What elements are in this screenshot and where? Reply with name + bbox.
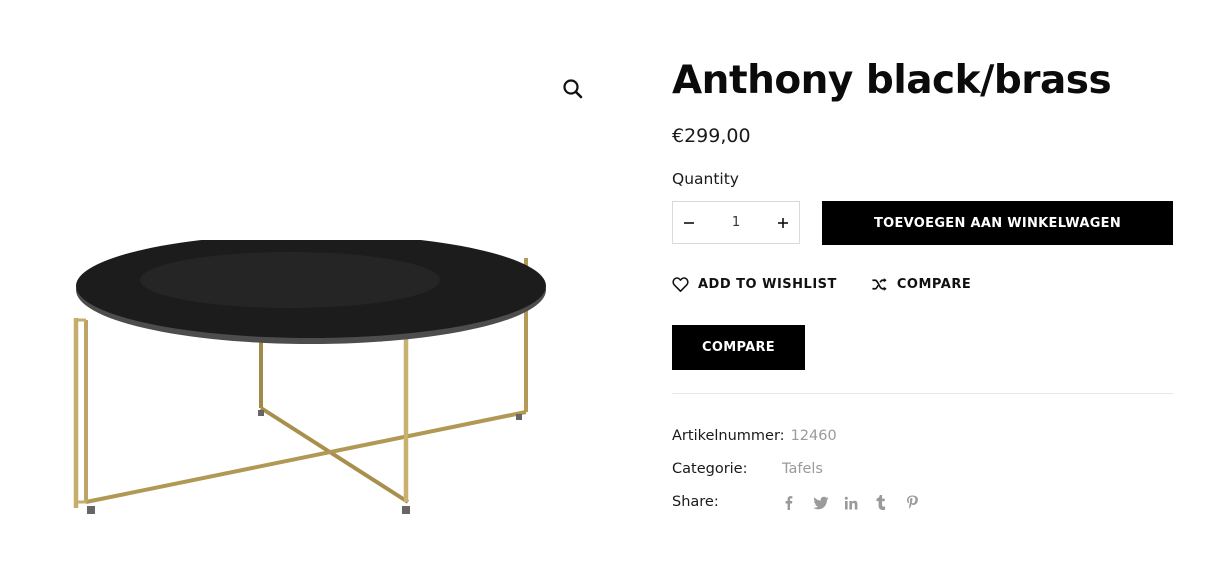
sku-value: 12460 [790, 428, 837, 444]
plus-icon[interactable] [767, 202, 799, 243]
share-row: Share: [672, 494, 918, 510]
quantity-input[interactable] [705, 214, 767, 231]
wishlist-label: ADD TO WISHLIST [698, 277, 837, 292]
product-title: Anthony black/brass [672, 58, 1112, 103]
compare-link-label: COMPARE [896, 277, 972, 292]
linkedin-icon[interactable] [844, 496, 875, 510]
category-link[interactable]: Tafels [782, 461, 823, 477]
category-label: Categorie: [672, 461, 748, 477]
sku-row: Artikelnummer: 12460 [672, 428, 837, 444]
product-price: €299,00 [672, 125, 751, 147]
quantity-stepper [672, 201, 800, 244]
sku-label: Artikelnummer: [672, 428, 785, 444]
pinterest-icon[interactable] [906, 495, 937, 510]
twitter-icon[interactable] [813, 496, 844, 510]
minus-icon[interactable] [673, 202, 705, 243]
heart-icon [672, 277, 689, 292]
zoom-icon[interactable] [560, 76, 586, 102]
product-actions: ADD TO WISHLIST COMPARE [672, 277, 971, 292]
compare-link[interactable]: COMPARE [871, 277, 971, 292]
share-icons [782, 495, 937, 510]
facebook-icon[interactable] [782, 495, 813, 510]
compare-button[interactable]: COMPARE [672, 325, 805, 370]
shuffle-icon [872, 278, 887, 291]
divider [672, 393, 1173, 394]
quantity-label: Quantity [672, 170, 739, 188]
share-label: Share: [672, 494, 719, 510]
add-to-cart-button[interactable]: TOEVOEGEN AAN WINKELWAGEN [822, 201, 1173, 245]
category-row: Categorie: Tafels [672, 461, 823, 477]
product-gallery [0, 0, 610, 581]
tumblr-icon[interactable] [875, 495, 906, 510]
add-to-wishlist-link[interactable]: ADD TO WISHLIST [672, 277, 837, 292]
product-image [73, 240, 546, 514]
